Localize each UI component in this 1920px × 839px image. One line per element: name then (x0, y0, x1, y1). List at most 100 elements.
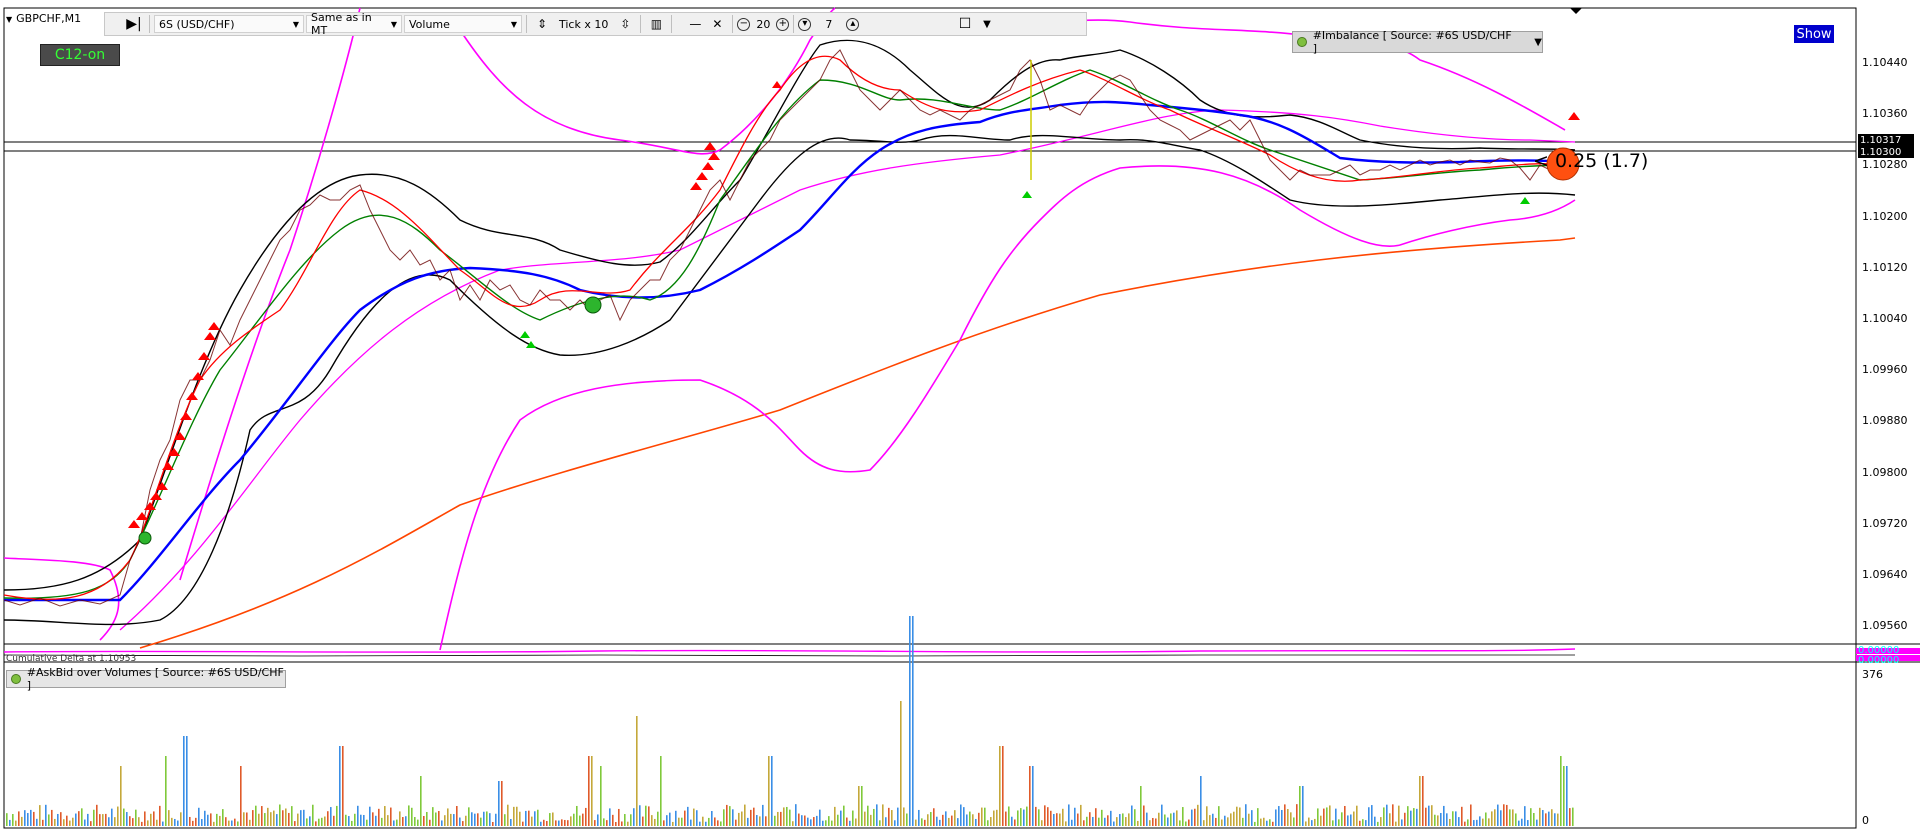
volume-bar (327, 811, 329, 826)
volume-bar (855, 818, 857, 826)
askbid-indicator-header[interactable]: #AskBid over Volumes [ Source: #6S USD/C… (6, 666, 286, 692)
volume-bar (1089, 812, 1091, 826)
zoom-out-icon[interactable]: − (737, 17, 751, 31)
volume-bar (1107, 815, 1109, 826)
type-select[interactable]: Volume ▼ (404, 15, 522, 33)
volume-bar (1155, 818, 1157, 826)
volume-bar (837, 814, 839, 826)
volume-bar (1269, 819, 1271, 826)
volume-bar (1518, 820, 1520, 826)
volume-bar (1266, 820, 1268, 826)
volume-axis-min: 0 (1862, 814, 1869, 827)
volume-bar (303, 809, 305, 826)
volume-bar (975, 818, 977, 826)
envelope-lower-line (3, 165, 1576, 651)
volume-bar (528, 810, 530, 826)
volume-bar (1500, 810, 1502, 826)
volume-bar (675, 810, 677, 826)
volume-bar (861, 786, 863, 826)
histogram-icon[interactable]: ▥ (647, 15, 665, 33)
volume-bar (948, 817, 950, 826)
volume-bar (663, 820, 665, 826)
volume-bar (1188, 819, 1190, 826)
volume-bar (1077, 813, 1079, 826)
maximize-icon[interactable]: ☐ (956, 15, 974, 33)
volume-bar (21, 816, 23, 826)
mode-select[interactable]: Same as in MT ▼ (306, 11, 402, 37)
volume-bar (999, 746, 1001, 826)
volume-bar (1101, 809, 1103, 826)
volume-bar (1059, 813, 1061, 826)
volume-bar (219, 815, 221, 826)
volume-bar (1287, 809, 1289, 826)
volume-bar (462, 821, 464, 826)
volume-bar (168, 810, 170, 826)
volume-bar (795, 804, 797, 826)
volume-bar (1224, 815, 1226, 826)
volume-bar (1521, 818, 1523, 826)
volume-bar (318, 818, 320, 826)
imbalance-indicator-header[interactable]: #Imbalance [ Source: #6S USD/CHF ] ▼ (1292, 29, 1543, 55)
volume-bar (591, 756, 593, 826)
volume-bar (534, 811, 536, 826)
volume-bar (183, 736, 185, 826)
volume-bar (864, 811, 866, 826)
chart-symbol-title: ▼ GBPCHF,M1 (6, 12, 82, 25)
volume-bar (903, 807, 905, 826)
volume-bar (402, 817, 404, 826)
volume-bar (207, 814, 209, 826)
chart-canvas (3, 7, 1920, 829)
volume-bar (1572, 807, 1574, 826)
volume-bar (1080, 804, 1082, 826)
volume-bar (915, 819, 917, 826)
volume-bar (270, 812, 272, 826)
volume-bar (642, 816, 644, 826)
volume-bar (510, 818, 512, 826)
chevron-down-icon[interactable]: ▼ (1534, 37, 1542, 48)
volume-bar (1119, 814, 1121, 826)
chart-area[interactable] (0, 0, 1920, 836)
subpanel-black-line (3, 654, 1575, 657)
volume-bar (348, 816, 350, 826)
depth-up-icon[interactable]: ▴ (846, 17, 860, 31)
volume-bar (1212, 813, 1214, 826)
volume-bar (1371, 805, 1373, 826)
volume-bar (87, 813, 89, 826)
chevron-down-icon[interactable]: ▼ (978, 15, 996, 33)
volume-bar (429, 819, 431, 826)
volume-bar (135, 809, 137, 826)
volume-bar (483, 811, 485, 826)
price-axis-label: 1.09880 (1862, 414, 1908, 428)
instrument-select[interactable]: 6S (USD/CHF) ▼ (154, 15, 304, 33)
volume-bar (942, 814, 944, 826)
show-button[interactable]: Show (1794, 25, 1834, 43)
volume-bar (1401, 819, 1403, 826)
volume-bar (1209, 815, 1211, 826)
volume-bar (1173, 812, 1175, 826)
play-pause-button[interactable]: ▶| (125, 15, 143, 33)
chevron-down-icon: ▼ (510, 19, 517, 29)
volume-bar (993, 810, 995, 826)
volume-bar (1341, 812, 1343, 826)
volume-bar (1422, 776, 1424, 826)
minimize-icon[interactable]: — (686, 15, 704, 33)
volume-bar (378, 808, 380, 826)
volume-bar (291, 806, 293, 826)
volume-bar (1425, 807, 1427, 826)
zoom-in-icon[interactable]: + (776, 17, 790, 31)
c12-status-badge[interactable]: C12-on (40, 44, 120, 66)
volume-bar (90, 821, 92, 826)
tick-adjust-icon[interactable]: ⇳ (616, 15, 634, 33)
volume-bar (1437, 815, 1439, 826)
volume-bar (858, 786, 860, 826)
volume-bar (1170, 813, 1172, 826)
depth-down-icon[interactable]: ▾ (798, 17, 812, 31)
volume-bar (843, 805, 845, 826)
bid-price-tag: 1.10317 (1858, 134, 1914, 146)
close-icon[interactable]: ✕ (708, 15, 726, 33)
volume-bar (300, 810, 302, 826)
depth-value: 7 (825, 17, 833, 31)
tick-size-icon[interactable]: ⇕ (533, 15, 551, 33)
volume-bar (1503, 804, 1505, 826)
volume-bar (531, 816, 533, 826)
